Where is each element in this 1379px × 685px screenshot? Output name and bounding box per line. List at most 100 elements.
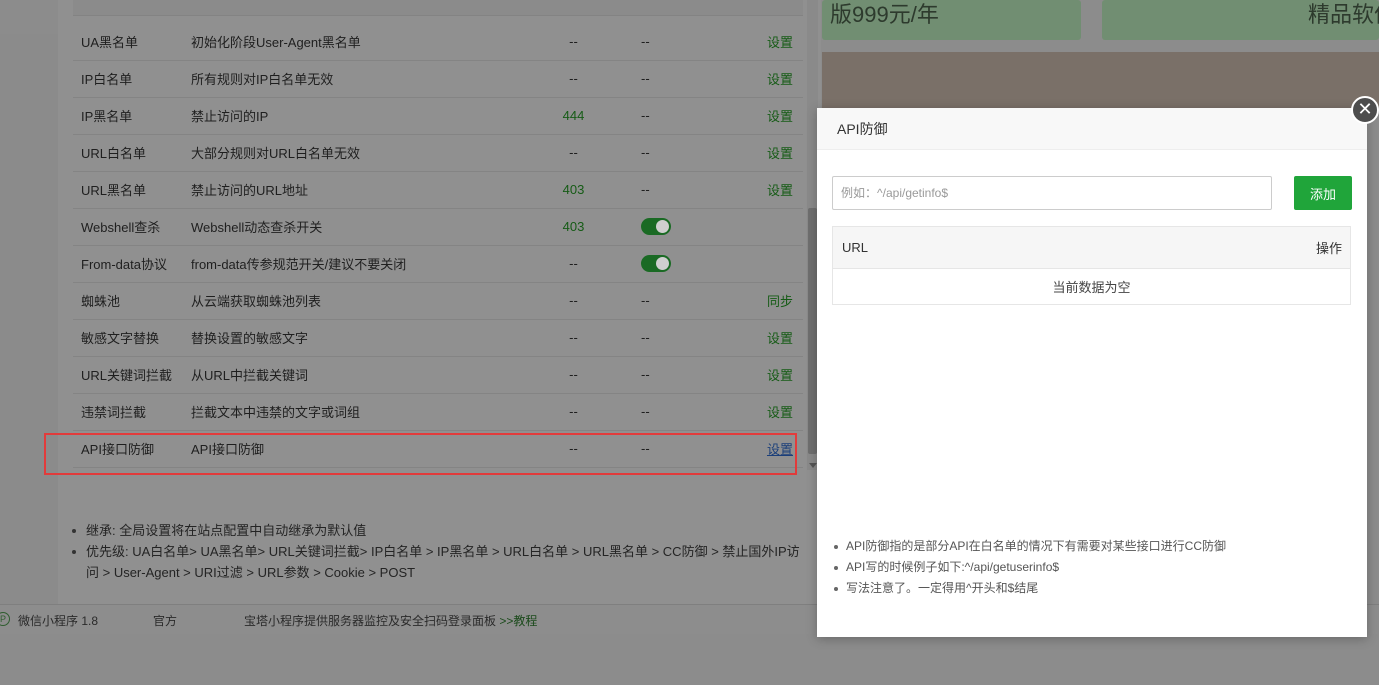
api-defense-dialog: API防御 添加 URL 操作 当前数据为空 API防御指的是部分API在白名单… (817, 108, 1367, 637)
settings-link[interactable]: 设置 (767, 72, 793, 87)
promo-card-1-text: 版999元/年 (830, 2, 939, 27)
api-url-table: URL 操作 当前数据为空 (832, 226, 1351, 305)
rule-action-cell: 设置 (741, 134, 803, 171)
official-label: 官方 (153, 614, 178, 628)
api-url-input[interactable] (832, 176, 1272, 210)
rule-secondary-value: -- (641, 145, 650, 160)
rule-status-code: -- (569, 404, 578, 419)
rule-description: 大部分规则对URL白名单无效 (191, 146, 361, 161)
rule-toggle-switch[interactable] (641, 255, 671, 273)
rule-action-cell: 设置 (741, 319, 803, 356)
table-row: UA黑名单 初始化阶段User-Agent黑名单 -- -- 设置 (73, 23, 803, 60)
settings-link[interactable]: 设置 (767, 331, 793, 346)
rule-description: from-data传参规范开关/建议不要关闭 (191, 257, 407, 272)
rule-secondary-value: -- (641, 71, 650, 86)
mini-program-label: 微信小程序 1.8 (18, 614, 99, 628)
settings-link[interactable]: 设置 (767, 405, 793, 420)
rule-name: 蜘蛛池 (81, 294, 121, 309)
scroll-down-arrow-icon[interactable] (809, 463, 817, 468)
help-note: API写的时候例子如下:^/api/getuserinfo$ (832, 557, 1352, 578)
rule-status-code: -- (569, 71, 578, 86)
rule-description: 从URL中拦截关键词 (191, 368, 309, 383)
rule-secondary-value: -- (641, 330, 650, 345)
rule-description: 所有规则对IP白名单无效 (191, 72, 334, 87)
note-priority: 优先级: UA白名单> UA黑名单> URL关键词拦截> IP白名单 > IP黑… (70, 541, 800, 583)
rule-toggle-switch[interactable] (641, 218, 671, 236)
promo-card-1: 版999元/年 (822, 0, 1081, 40)
rule-action-cell (741, 208, 803, 245)
rule-name: 敏感文字替换 (81, 331, 160, 346)
rule-secondary-value: -- (641, 404, 650, 419)
settings-link[interactable]: 设置 (767, 368, 793, 383)
empty-row: 当前数据为空 (833, 269, 1351, 305)
rule-name: URL关键词拦截 (81, 368, 173, 383)
rule-name: UA黑名单 (81, 34, 139, 50)
rule-status-code: -- (569, 293, 578, 308)
rule-status-code: 403 (562, 219, 585, 234)
tutorial-link: >>教程 (499, 614, 538, 628)
table-row: URL黑名单 禁止访问的URL地址 403 -- 设置 (73, 171, 803, 208)
rule-status-code: 444 (562, 108, 585, 123)
rule-action-cell: 设置 (741, 60, 803, 97)
table-row: IP白名单 所有规则对IP白名单无效 -- -- 设置 (73, 60, 803, 97)
api-help-notes: API防御指的是部分API在白名单的情况下有需要对某些接口进行CC防御 API写… (832, 536, 1352, 599)
rule-action-cell (741, 245, 803, 282)
api-row-highlight (44, 433, 797, 475)
mini-program-description-text: 宝塔小程序提供服务器监控及安全扫码登录面板 (244, 614, 500, 628)
rule-description: 初始化阶段User-Agent黑名单 (191, 34, 361, 50)
scrollbar-thumb[interactable] (808, 208, 817, 454)
help-note: 写法注意了。一定得用^开头和$结尾 (832, 578, 1352, 599)
rule-secondary-value: -- (641, 182, 650, 197)
rule-description: 从云端获取蜘蛛池列表 (191, 294, 322, 309)
rules-dialog: UA黑名单 初始化阶段User-Agent黑名单 -- -- 设置 IP白名单 所有规则对I… (58, 0, 821, 604)
promo-card-2: 精品软件 (1102, 0, 1379, 40)
rule-name: 违禁词拦截 (81, 405, 147, 420)
column-header-operation: 操作 (1065, 226, 1351, 269)
sync-link[interactable]: 同步 (767, 294, 793, 309)
add-button[interactable]: 添加 (1294, 176, 1352, 210)
table-row: URL白名单 大部分规则对URL白名单无效 -- -- 设置 (73, 134, 803, 171)
rule-name: URL白名单 (81, 146, 147, 161)
empty-data-text: 当前数据为空 (1052, 280, 1131, 295)
rule-status-code: -- (569, 330, 578, 345)
rule-secondary-value: -- (641, 367, 650, 382)
rule-toggle-cell (601, 245, 741, 282)
table-row: 敏感文字替换 替换设置的敏感文字 -- -- 设置 (73, 319, 803, 356)
rule-status-code: -- (569, 145, 578, 160)
rules-table: UA黑名单 初始化阶段User-Agent黑名单 -- -- 设置 IP白名单 所有规则对I… (73, 23, 803, 468)
rule-secondary-value: -- (641, 108, 650, 123)
rule-status-code: -- (569, 33, 578, 49)
table-header-row: URL 操作 (832, 226, 1351, 269)
settings-link[interactable]: 设置 (767, 109, 793, 124)
rule-name: IP白名单 (81, 72, 133, 87)
settings-link[interactable]: 设置 (767, 35, 793, 50)
rule-action-cell: 同步 (741, 282, 803, 319)
rule-secondary-value: -- (641, 293, 650, 308)
rule-secondary-value: -- (641, 33, 650, 49)
rule-name: From-data协议 (81, 257, 167, 272)
help-note: API防御指的是部分API在白名单的情况下有需要对某些接口进行CC防御 (832, 536, 1352, 557)
rule-description: Webshell动态查杀开关 (191, 220, 323, 235)
close-icon[interactable]: ✕ (1351, 96, 1379, 124)
rule-name: URL黑名单 (81, 183, 147, 198)
note-inherit: 继承: 全局设置将在站点配置中自动继承为默认值 (70, 520, 800, 541)
rule-action-cell: 设置 (741, 23, 803, 60)
rule-description: 禁止访问的IP (191, 109, 269, 124)
table-row: IP黑名单 禁止访问的IP 444 -- 设置 (73, 97, 803, 134)
table-row: 蜘蛛池 从云端获取蜘蛛池列表 -- -- 同步 (73, 282, 803, 319)
settings-link[interactable]: 设置 (767, 146, 793, 161)
table-row: From-data协议 from-data传参规范开关/建议不要关闭 -- (73, 245, 803, 282)
background-left-panel (0, 34, 58, 604)
rule-action-cell: 设置 (741, 171, 803, 208)
dialog-title: API防御 (817, 108, 1367, 150)
rule-description: 替换设置的敏感文字 (191, 331, 309, 346)
rules-dialog-header (73, 0, 803, 16)
rule-description: 拦截文本中违禁的文字或词组 (191, 405, 361, 420)
promo-card-2-text: 精品软件 (1308, 2, 1379, 27)
rule-action-cell: 设置 (741, 393, 803, 430)
settings-link[interactable]: 设置 (767, 183, 793, 198)
rule-toggle-cell (601, 208, 741, 245)
rule-action-cell: 设置 (741, 97, 803, 134)
rule-status-code: -- (569, 367, 578, 382)
rule-description: 禁止访问的URL地址 (191, 183, 309, 198)
